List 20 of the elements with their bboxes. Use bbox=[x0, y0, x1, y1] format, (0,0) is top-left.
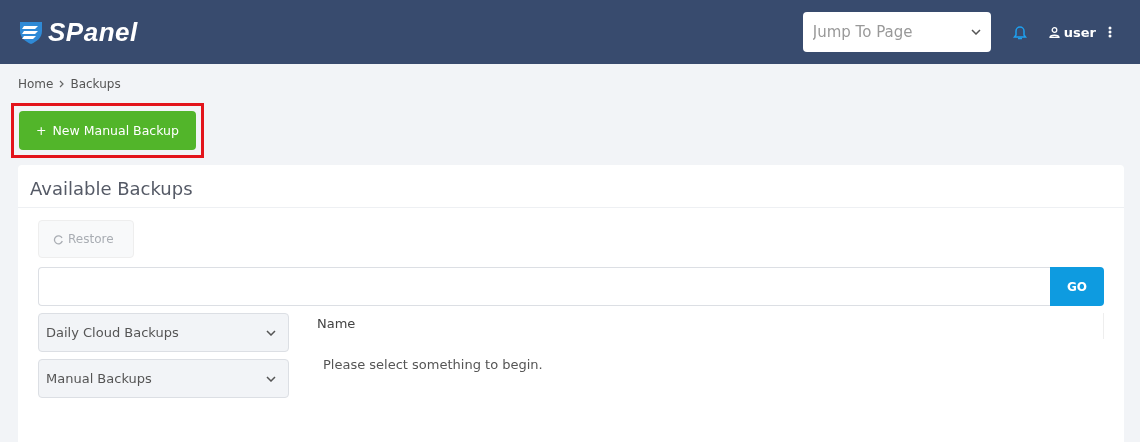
empty-message: Please select something to begin. bbox=[322, 357, 544, 372]
backup-type-select[interactable]: Manual Backups bbox=[38, 359, 289, 398]
bell-icon[interactable] bbox=[1012, 24, 1027, 40]
more-icon[interactable] bbox=[1108, 26, 1112, 38]
user-icon bbox=[1048, 26, 1060, 38]
card-title: Available Backups bbox=[18, 165, 1124, 208]
chevron-down-icon bbox=[266, 375, 276, 382]
refresh-icon bbox=[53, 233, 64, 245]
chevron-right-icon bbox=[59, 80, 65, 88]
breadcrumb-item[interactable]: Home bbox=[18, 77, 54, 91]
jump-to-page-select[interactable]: Jump To Page bbox=[802, 12, 991, 52]
search-field[interactable] bbox=[38, 267, 1050, 306]
backup-type-select[interactable]: Daily Cloud Backups bbox=[38, 313, 289, 352]
breadcrumb-item: Backups bbox=[70, 77, 121, 91]
chevron-down-icon bbox=[970, 29, 981, 35]
chevron-down-icon bbox=[266, 329, 276, 336]
column-header: Name bbox=[317, 315, 357, 331]
logo[interactable]: SPanel bbox=[48, 16, 138, 48]
user-name[interactable]: user bbox=[1063, 24, 1096, 40]
shield-stripes-icon bbox=[18, 19, 44, 45]
